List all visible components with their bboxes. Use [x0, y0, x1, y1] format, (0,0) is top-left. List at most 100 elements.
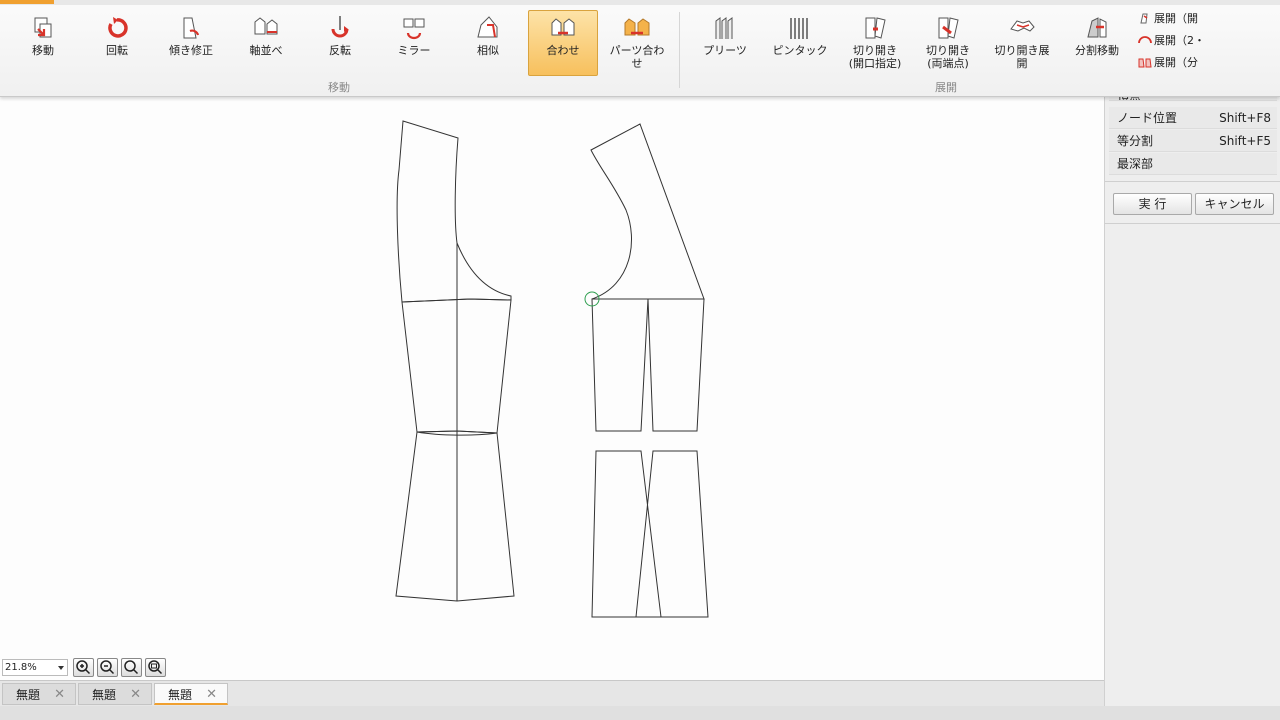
pintuck-button[interactable]: ピンタック [768, 10, 832, 76]
document-tab-active[interactable]: 無題 ✕ [154, 683, 228, 705]
zoom-in-button[interactable] [73, 658, 94, 677]
slash-open-label: 切り開き (開口指定) [848, 44, 902, 70]
rotate-button[interactable]: 回転 [88, 10, 146, 76]
tilt-correct-icon [183, 17, 200, 39]
parts-match-button[interactable]: パーツ合わせ [604, 10, 670, 76]
back-skirt-right [635, 450, 709, 618]
spread-two-icon [1138, 36, 1152, 44]
pattern-drawing [395, 120, 709, 618]
node-position-shortcut: Shift+F8 [1219, 111, 1271, 125]
axis-align-label: 軸並べ [249, 44, 283, 57]
spread-split-icon [1138, 58, 1152, 68]
group-separator [679, 12, 680, 88]
panel-divider [1105, 223, 1280, 224]
axis-align-icon [254, 17, 278, 35]
slash-spread-label: 切り開き展開 [994, 44, 1050, 70]
split-move-button[interactable]: 分割移動 [1066, 10, 1128, 76]
spread-split-button[interactable]: 展開（分 [1138, 54, 1198, 72]
status-bar [0, 706, 1280, 720]
spread-two-button[interactable]: 展開（2・ [1138, 32, 1205, 50]
command-panel: 頂点 ノード位置 Shift+F8 等分割 Shift+F5 最深部 実 行 キ… [1104, 89, 1280, 720]
close-icon[interactable]: ✕ [206, 684, 217, 706]
pleat-button[interactable]: プリーツ [695, 10, 755, 76]
split-move-label: 分割移動 [1075, 44, 1119, 57]
spread-open-icon [1140, 13, 1148, 24]
panel-divider [1105, 181, 1280, 182]
parts-match-icon [624, 18, 650, 36]
tilt-correct-button[interactable]: 傾き修正 [162, 10, 220, 76]
match-label: 合わせ [546, 44, 580, 57]
equal-divide-label: 等分割 [1117, 134, 1154, 148]
slash-both-label: 切り開き (両端点) [926, 44, 970, 70]
similar-button[interactable]: 相似 [459, 10, 517, 76]
back-body-left [591, 298, 649, 432]
spread-open-button[interactable]: 展開（開 [1138, 10, 1198, 28]
ribbon: 移動 回転 傾き修正 軸並べ 反転 ミラー 相似 合わせ パーツ合わせ プリーツ… [0, 0, 1280, 97]
pintuck-label: ピンタック [772, 44, 828, 57]
mirror-icon [403, 18, 425, 40]
tab-label: 無題 [92, 688, 117, 702]
parts-match-label: パーツ合わせ [609, 44, 665, 70]
panel-row-node-position[interactable]: ノード位置 Shift+F8 [1109, 107, 1277, 129]
slash-spread-button[interactable]: 切り開き展開 [990, 10, 1054, 76]
mirror-button[interactable]: ミラー [385, 10, 443, 76]
zoom-actual-button[interactable] [145, 658, 166, 677]
match-icon [551, 18, 575, 36]
slash-both-icon [938, 17, 959, 39]
chevron-down-icon [58, 666, 64, 670]
zoom-out-icon [100, 660, 115, 675]
similar-icon [477, 16, 498, 38]
rotate-label: 回転 [106, 44, 128, 57]
split-move-icon [1087, 17, 1107, 38]
panel-row-equal-divide[interactable]: 等分割 Shift+F5 [1109, 130, 1277, 152]
flip-label: 反転 [329, 44, 351, 57]
app-window: 移動 回転 傾き修正 軸並べ 反転 ミラー 相似 合わせ パーツ合わせ プリーツ… [0, 0, 1280, 720]
active-ribbon-tab[interactable] [0, 0, 54, 4]
pleat-icon [715, 17, 733, 39]
document-tabbar: 無題 ✕ 無題 ✕ 無題 ✕ [0, 680, 1104, 706]
tab-label: 無題 [168, 688, 193, 702]
cancel-button[interactable]: キャンセル [1195, 193, 1274, 215]
spread-group-label: 展開 [935, 81, 957, 94]
zoom-select[interactable]: 21.8% [2, 659, 68, 676]
pintuck-icon [790, 18, 808, 39]
close-icon[interactable]: ✕ [54, 684, 65, 706]
zoom-fit-button[interactable] [121, 658, 142, 677]
mirror-label: ミラー [397, 44, 431, 57]
flip-button[interactable]: 反転 [311, 10, 369, 76]
panel-row-deepest[interactable]: 最深部 [1109, 153, 1277, 175]
slash-open-button[interactable]: 切り開き (開口指定) [843, 10, 907, 76]
zoom-value: 21.8% [5, 662, 37, 673]
back-yoke-piece [590, 123, 705, 300]
zoom-fit-icon [124, 660, 139, 675]
tab-label: 無題 [16, 688, 41, 702]
similar-label: 相似 [477, 44, 499, 57]
axis-align-button[interactable]: 軸並べ [237, 10, 295, 76]
back-body-right [647, 298, 705, 432]
match-button[interactable]: 合わせ [528, 10, 598, 76]
move-button[interactable]: 移動 [14, 10, 72, 76]
slash-spread-icon [1010, 20, 1035, 32]
zoom-actual-icon [148, 660, 163, 675]
pleat-label: プリーツ [703, 44, 747, 57]
front-yoke-piece [396, 120, 512, 303]
move-icon [34, 17, 52, 38]
close-icon[interactable]: ✕ [130, 684, 141, 706]
front-skirt-piece [395, 430, 515, 602]
spread-two-label: 展開（2・ [1154, 34, 1205, 47]
execute-button[interactable]: 実 行 [1113, 193, 1192, 215]
tilt-correct-label: 傾き修正 [169, 44, 213, 57]
slash-open-icon [865, 17, 886, 39]
slash-both-button[interactable]: 切り開き (両端点) [916, 10, 980, 76]
equal-divide-shortcut: Shift+F5 [1219, 134, 1271, 148]
spread-split-label: 展開（分 [1154, 56, 1198, 69]
ribbon-tab-strip [0, 0, 1280, 5]
document-tab[interactable]: 無題 ✕ [2, 683, 76, 705]
rotate-icon [108, 17, 128, 38]
zoom-out-button[interactable] [97, 658, 118, 677]
move-group-label: 移動 [328, 81, 350, 94]
zoom-in-icon [76, 660, 91, 675]
document-tab[interactable]: 無題 ✕ [78, 683, 152, 705]
pattern-canvas[interactable] [0, 97, 1104, 680]
deepest-label: 最深部 [1117, 157, 1154, 171]
